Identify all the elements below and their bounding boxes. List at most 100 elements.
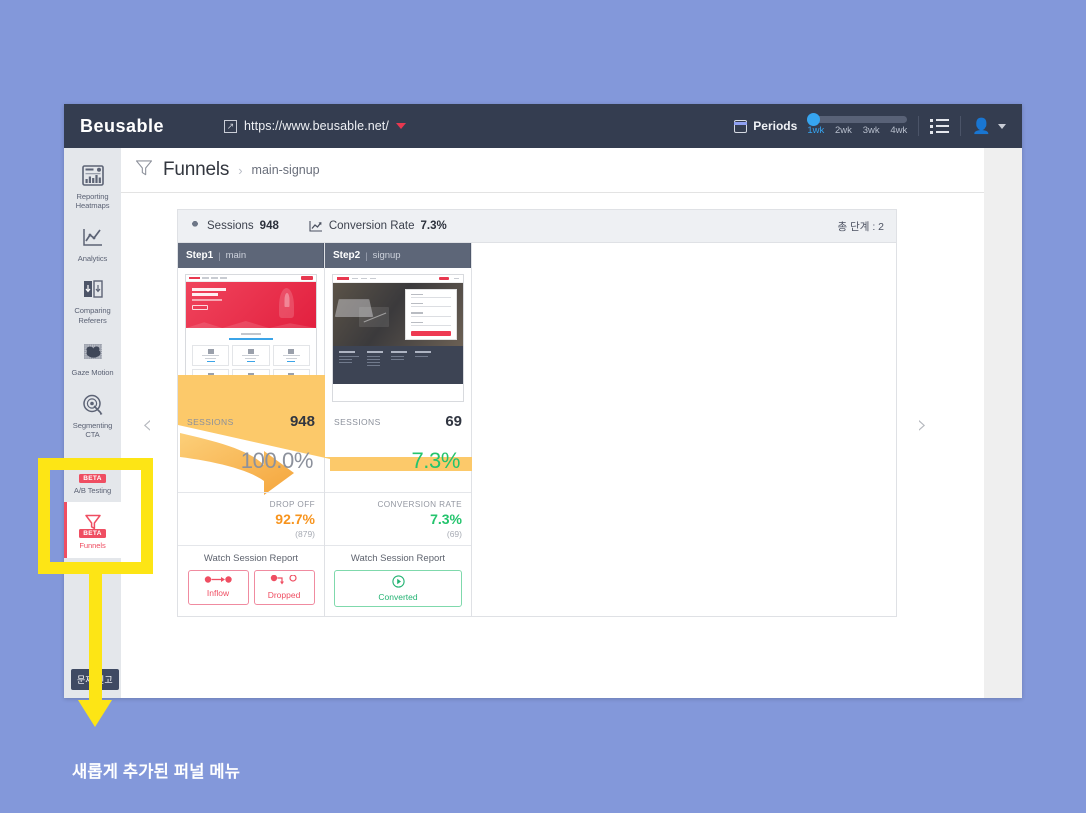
sidebar-item-segmenting-cta[interactable]: Segmenting CTA — [64, 385, 121, 447]
periods-slider[interactable]: 1wk 2wk 3wk 4wk — [807, 113, 908, 139]
funnel-step-column: Step1 | main SESSIONS 948 100.0% DROP OF… — [178, 243, 325, 616]
chevron-right-icon[interactable]: › — [917, 410, 927, 440]
slider-track[interactable] — [807, 116, 908, 123]
sidebar-item-label: Gaze Motion — [71, 368, 114, 378]
list-view-icon[interactable] — [930, 118, 950, 134]
sidebar-item-label: Analytics — [77, 253, 108, 263]
step-name: Step2 — [333, 250, 361, 261]
caret-down-icon[interactable] — [998, 123, 1006, 129]
calendar-icon — [734, 119, 748, 133]
slider-tick-4wk[interactable]: 4wk — [890, 125, 907, 136]
step-thumbnail-container[interactable] — [325, 268, 471, 406]
beta-badge: BETA — [79, 529, 106, 539]
top-bar-right-controls: Periods 1wk 2wk 3wk 4wk 👤 — [734, 104, 1012, 148]
conversion-value: 7.3% — [420, 220, 447, 232]
gaze-motion-icon — [81, 339, 105, 365]
user-avatar-icon: 👤 — [972, 117, 991, 135]
inflow-icon — [203, 575, 233, 586]
step-page-name: signup — [372, 250, 401, 261]
dropped-button[interactable]: Dropped — [253, 570, 315, 605]
beusable-app-window: Beusable ↗ https://www.beusable.net/ Per… — [64, 104, 1022, 698]
step-percent-value: 100.0% — [240, 448, 314, 473]
step-sessions-label: SESSIONS — [334, 416, 381, 427]
periods-control[interactable]: Periods 1wk 2wk 3wk 4wk — [734, 113, 908, 139]
step-sessions-label: SESSIONS — [187, 416, 234, 427]
sessions-value: 948 — [259, 220, 279, 232]
funnel-card: Sessions 948 Conversion Rate 7.3% 총 단계:… — [177, 209, 897, 617]
button-label: Converted — [378, 592, 418, 602]
sidebar-item-reporting-heatmaps[interactable]: Reporting Heatmaps — [64, 156, 121, 218]
app-body: Reporting Heatmaps Analytics Comparing R… — [64, 148, 1022, 698]
watch-button-row: Inflow Dropped — [184, 570, 318, 605]
main-content: Funnels › main-signup ‹ › Sessions 948 C… — [121, 148, 984, 698]
site-url-selector[interactable]: ↗ https://www.beusable.net/ — [224, 119, 406, 133]
step-metric-box: DROP OFF 92.7% (879) — [178, 492, 324, 545]
watch-session-report-box: Watch Session Report — [325, 545, 471, 616]
page-thumbnail-signup — [332, 274, 464, 402]
metric-value: 7.3% — [430, 511, 462, 527]
slider-tick-3wk[interactable]: 3wk — [863, 125, 880, 136]
slider-tick-1wk[interactable]: 1wk — [807, 125, 824, 136]
funnel-step-column: Step2 | signup SESSIONS 69 7.3% CONVERSI… — [325, 243, 472, 616]
step-divider: | — [218, 250, 221, 261]
beta-badge: BETA — [79, 473, 106, 483]
slider-tick-labels: 1wk 2wk 3wk 4wk — [807, 125, 907, 136]
sidebar-item-label: Segmenting CTA — [72, 420, 113, 440]
step-sessions-row: SESSIONS 948 — [178, 406, 324, 430]
breadcrumb-separator: › — [238, 162, 243, 178]
button-label: Inflow — [206, 588, 230, 598]
annotation-arrow-head — [78, 700, 112, 727]
sessions-summary: Sessions 948 — [189, 220, 279, 232]
funnel-steps: Step1 | main SESSIONS 948 100.0% DROP OF… — [178, 243, 896, 616]
watch-session-report-label: Watch Session Report — [203, 553, 299, 564]
step-percent-row: 100.0% — [178, 430, 324, 492]
step-name: Step1 — [186, 250, 214, 261]
funnel-icon — [134, 158, 154, 183]
chevron-left-icon[interactable]: ‹ — [142, 410, 152, 440]
divider — [960, 116, 962, 136]
sidebar-item-analytics[interactable]: Analytics — [64, 218, 121, 270]
sidebar-item-comparing-referers[interactable]: Comparing Referers — [64, 270, 121, 332]
step-header: Step1 | main — [178, 243, 324, 268]
funnel-card-header: Sessions 948 Conversion Rate 7.3% 총 단계:… — [178, 210, 896, 243]
heatmap-report-icon — [81, 163, 105, 189]
metric-value: 92.7% — [275, 511, 315, 527]
sidebar-item-label: Reporting Heatmaps — [75, 192, 110, 211]
sidebar-item-label: Comparing Referers — [74, 306, 111, 325]
breadcrumb-current: main-signup — [251, 163, 320, 177]
metric-sub-value: (879) — [295, 529, 315, 539]
button-label: Dropped — [267, 590, 301, 600]
step-thumbnail-container[interactable] — [178, 268, 324, 406]
step-divider: | — [365, 250, 368, 261]
divider — [918, 116, 920, 136]
sessions-icon — [189, 220, 201, 232]
dropped-icon — [269, 574, 299, 588]
sidebar-item-label: A/B Testing — [73, 485, 112, 495]
page-thumbnail-main — [185, 274, 317, 402]
trend-up-icon — [309, 220, 323, 232]
breadcrumb: Funnels › main-signup — [121, 148, 984, 193]
step-sessions-row: SESSIONS 69 — [325, 406, 471, 430]
brand-logo[interactable]: Beusable — [80, 116, 210, 137]
conversion-label: Conversion Rate — [328, 220, 415, 232]
watch-session-report-box: Watch Session Report — [178, 545, 324, 614]
step-sessions-value: 948 — [289, 413, 315, 430]
step-metric-box: CONVERSION RATE 7.3% (69) — [325, 492, 471, 545]
sidebar-item-funnels[interactable]: BETA Funnels — [64, 502, 121, 559]
conversion-summary: Conversion Rate 7.3% — [309, 220, 447, 232]
converted-button[interactable]: Converted — [334, 570, 462, 607]
sidebar-item-gaze-motion[interactable]: Gaze Motion — [64, 332, 121, 384]
metric-label: DROP OFF — [269, 500, 315, 509]
external-link-icon: ↗ — [224, 119, 237, 133]
slider-tick-2wk[interactable]: 2wk — [835, 125, 852, 136]
annotation-arrow-stem — [89, 574, 102, 707]
site-url-text: https://www.beusable.net/ — [244, 119, 389, 133]
caret-down-icon[interactable] — [395, 123, 406, 129]
top-bar: Beusable ↗ https://www.beusable.net/ Per… — [64, 104, 1022, 148]
sidebar-item-ab-testing[interactable]: BETA A/B Testing — [64, 447, 121, 502]
inflow-button[interactable]: Inflow — [187, 570, 249, 605]
user-menu[interactable]: 👤 — [972, 119, 1006, 134]
metric-sub-value: (69) — [446, 529, 462, 539]
annotation-caption: 새롭게 추가된 퍼널 메뉴 — [72, 763, 241, 781]
sessions-label: Sessions — [207, 220, 254, 232]
